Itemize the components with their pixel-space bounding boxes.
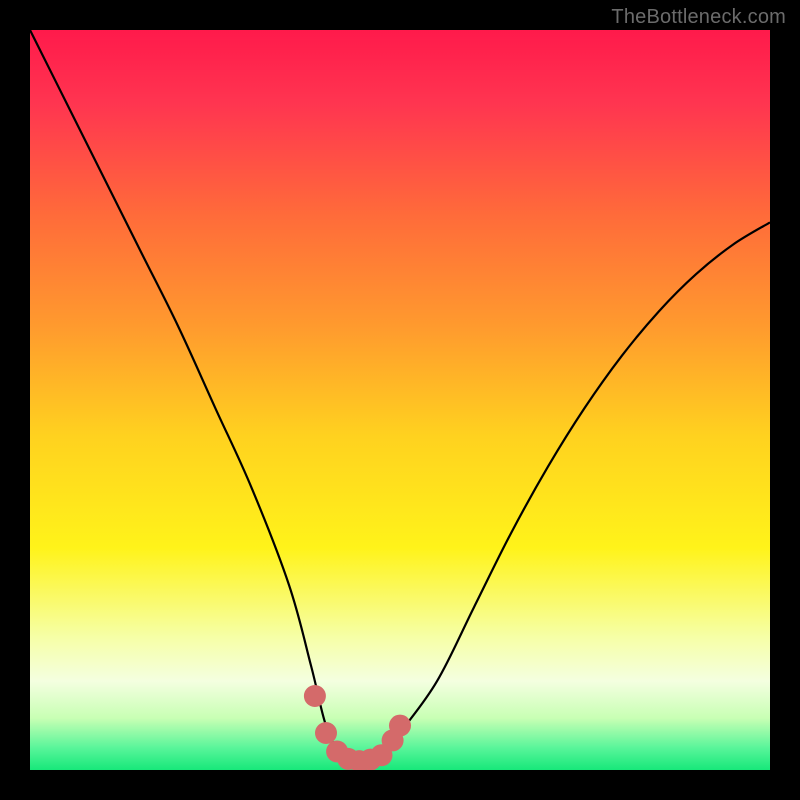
chart-frame: TheBottleneck.com xyxy=(0,0,800,800)
bottleneck-chart xyxy=(30,30,770,770)
marker-dot xyxy=(315,722,337,744)
marker-dot xyxy=(304,685,326,707)
chart-background xyxy=(30,30,770,770)
marker-dot xyxy=(389,715,411,737)
watermark-text: TheBottleneck.com xyxy=(611,6,786,29)
